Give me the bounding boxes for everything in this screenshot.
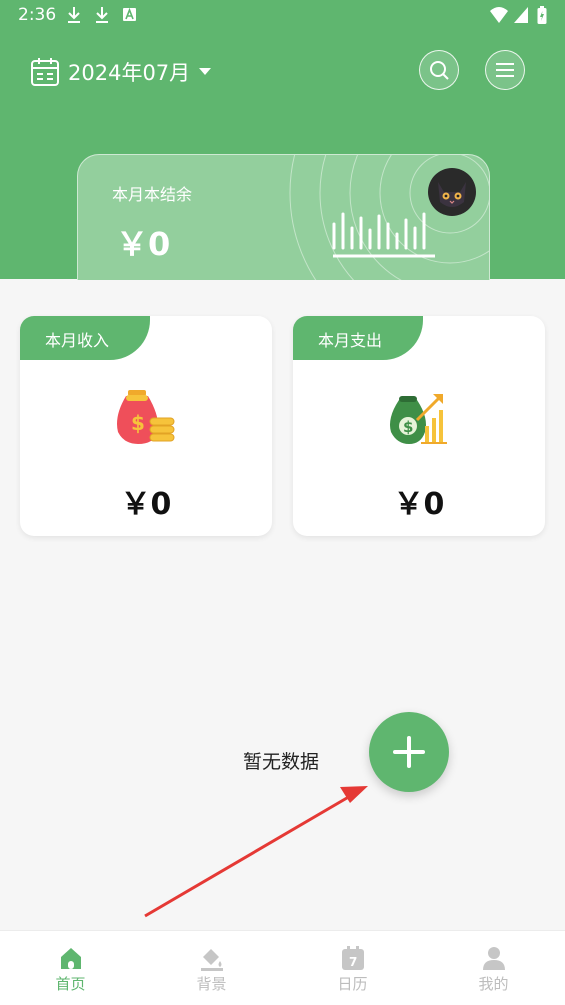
menu-icon [496,63,514,77]
income-tag-label: 本月收入 [45,331,110,350]
money-bag-icon: $ [117,390,175,444]
nav-item-calendar[interactable]: 7 日历 [282,931,423,1005]
expense-card[interactable]: 本月支出 $ ￥0 [293,316,545,536]
chevron-down-icon [199,68,212,75]
expense-value: ￥0 [393,487,445,522]
home-icon [61,948,81,969]
calendar-icon: 7 [342,946,364,970]
nav-label-profile: 我的 [478,975,509,993]
status-bar: 2:36 [0,0,565,32]
cat-avatar-icon [438,182,466,207]
user-icon [483,947,505,970]
income-card[interactable]: 本月收入 $ ￥0 [20,316,272,536]
expense-tag: 本月支出 [293,316,423,360]
download-icon [96,7,108,23]
search-button[interactable] [419,50,459,90]
income-value: ￥0 [120,487,172,522]
nav-label-calendar: 日历 [337,975,368,993]
calendar-icon [31,58,59,86]
month-selector[interactable]: 2024年07月 [30,55,212,89]
add-record-button[interactable] [369,712,449,792]
nav-label-home: 首页 [55,975,86,993]
bottom-navigation: 首页 背景 7 日历 我的 [0,930,565,1005]
money-growth-icon: $ [390,394,447,444]
notification-icon [123,7,136,21]
status-time: 2:36 [18,5,57,25]
avatar[interactable] [428,168,476,216]
plus-icon [393,736,425,768]
download-icon [68,7,80,23]
svg-text:$: $ [131,411,145,435]
nav-item-home[interactable]: 首页 [0,931,141,1005]
empty-state-text: 暂无数据 [243,751,320,773]
wifi-icon [490,7,508,23]
bar-graphic-icon [332,212,435,258]
month-label: 2024年07月 [68,61,191,85]
nav-item-profile[interactable]: 我的 [423,931,564,1005]
svg-text:7: 7 [349,955,357,969]
balance-label: 本月本结余 [112,185,193,204]
signal-icon [514,7,528,23]
battery-icon [537,6,547,24]
income-tag: 本月收入 [20,316,150,360]
balance-card: 本月本结余 ￥0 [77,154,490,280]
nav-label-background: 背景 [196,975,227,993]
menu-button[interactable] [485,50,525,90]
svg-text:$: $ [403,418,413,436]
paint-bucket-icon [201,949,223,971]
expense-tag-label: 本月支出 [318,331,383,350]
nav-item-background[interactable]: 背景 [141,931,282,1005]
balance-value: ￥0 [116,225,171,263]
search-icon [430,61,449,80]
